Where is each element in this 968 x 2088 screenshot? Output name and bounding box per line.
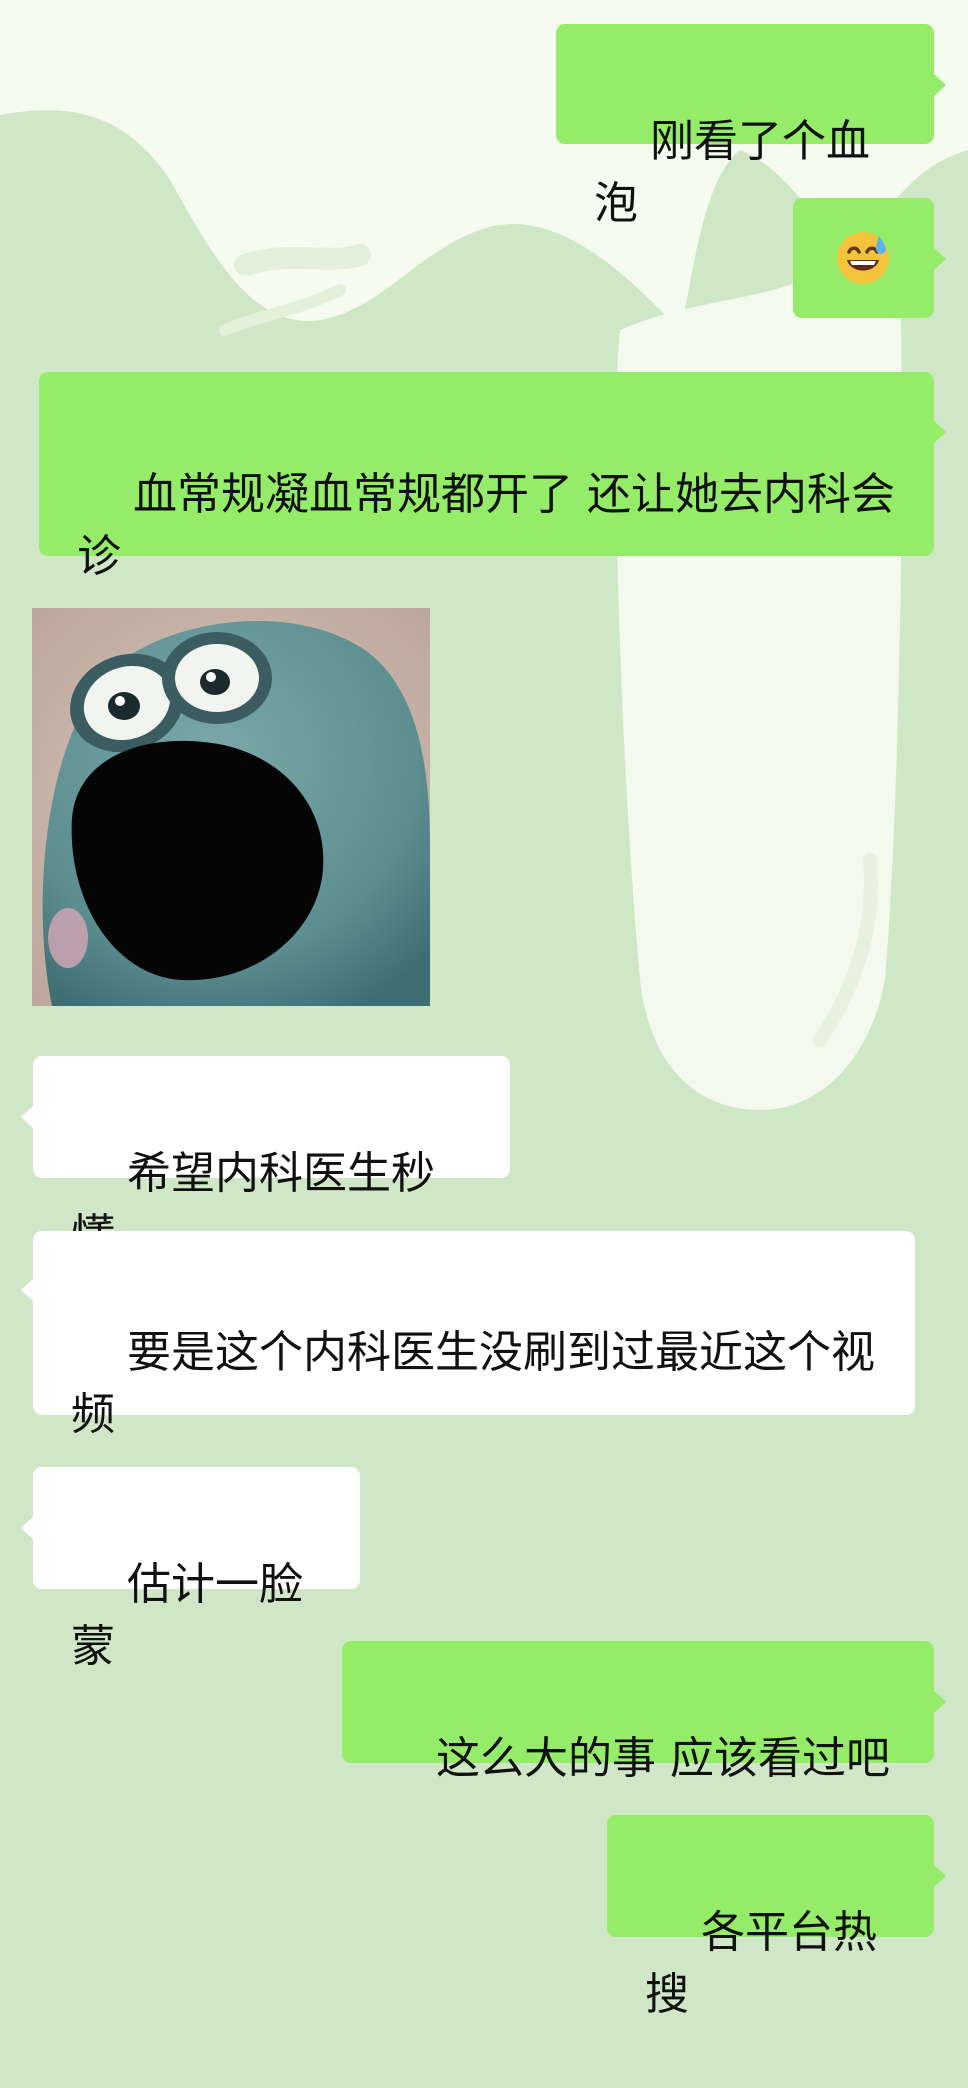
message-bubble-outgoing[interactable] [793, 198, 934, 318]
message-bubble-outgoing[interactable]: 各平台热搜 [607, 1815, 934, 2020]
message-bubble-incoming[interactable]: 估计一脸蒙 [33, 1467, 360, 1672]
screaming-green-creature-icon [32, 608, 430, 1006]
bubble-tail [933, 420, 946, 444]
bubble-tail [933, 247, 946, 271]
message-bubble-incoming[interactable]: 要是这个内科医生没刷到过最近这个视频 [33, 1231, 915, 1440]
grinning-face-with-sweat-icon [837, 232, 889, 284]
message-bubble-outgoing[interactable]: 这么大的事 应该看过吧 [342, 1641, 934, 1784]
bubble-tail [21, 1278, 34, 1302]
message-text: 这么大的事 应该看过吧 [435, 1733, 890, 1784]
message-bubble-outgoing[interactable]: 刚看了个血泡 [556, 24, 934, 229]
bubble-tail [21, 1516, 34, 1540]
bubble-tail [21, 1105, 34, 1129]
bubble-tail [933, 1864, 946, 1888]
message-text: 各平台热搜 [645, 1907, 877, 2020]
sticker-image[interactable] [32, 608, 430, 1006]
bubble-tail [933, 73, 946, 97]
message-bubble-outgoing[interactable]: 血常规凝血常规都开了 还让她去内科会诊 [39, 372, 934, 582]
bubble-tail [933, 1690, 946, 1714]
message-bubble-incoming[interactable]: 希望内科医生秒懂 [33, 1056, 510, 1261]
